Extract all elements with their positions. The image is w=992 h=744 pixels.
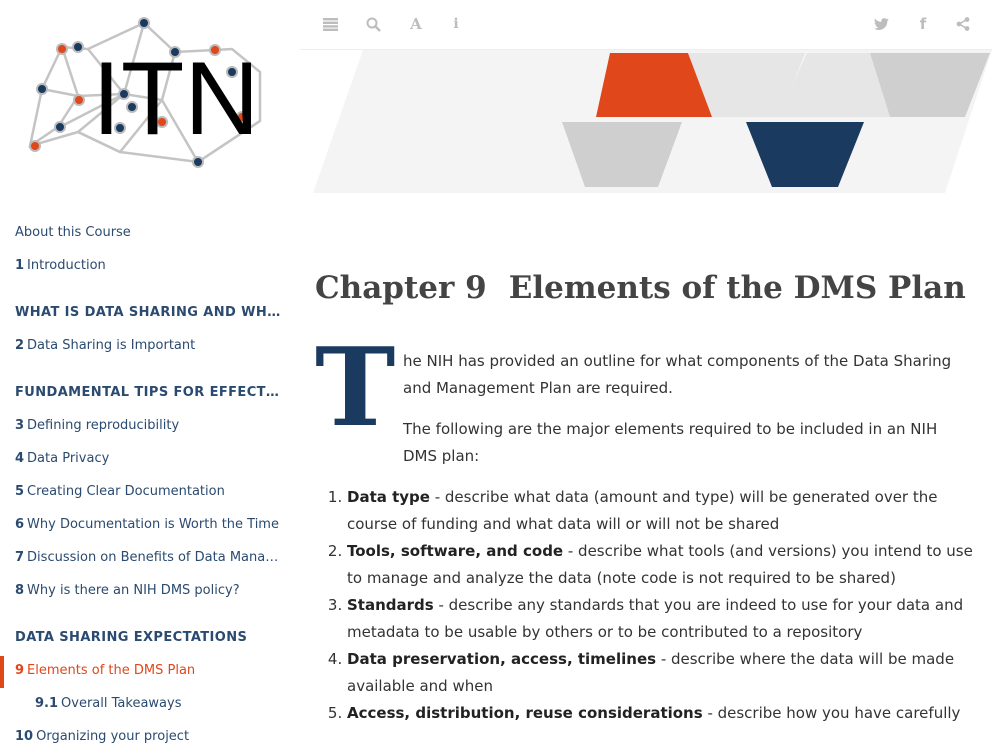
toolbar: A i f	[300, 0, 992, 50]
toc-item-label: Organizing your project	[36, 729, 190, 744]
toc-item-label: WHAT IS DATA SHARING AND WHY IS IT IMPOR…	[15, 305, 299, 320]
toc-item-number: 4	[15, 451, 25, 466]
toc-item-active[interactable]: 9 Elements of the DMS Plan	[0, 656, 299, 689]
list-item: Data type - describe what data (amount a…	[347, 484, 975, 538]
toc-item-label: DATA SHARING EXPECTATIONS	[15, 630, 248, 645]
toc-item[interactable]: 8 Why is there an NIH DMS policy?	[0, 576, 299, 609]
toc-toggle-icon[interactable]	[320, 14, 340, 34]
logo-text: ITN	[92, 41, 260, 157]
list-item: Standards - describe any standards that …	[347, 592, 975, 646]
elements-intro-paragraph: The following are the major elements req…	[315, 416, 975, 470]
toc-item[interactable]: 2 Data Sharing is Important	[0, 331, 299, 364]
toc-part-header: FUNDAMENTAL TIPS FOR EFFECTIVE DATA SHAR…	[0, 378, 299, 411]
list-item-term: Standards	[347, 596, 434, 614]
font-settings-icon[interactable]: A	[406, 14, 426, 34]
share-icon[interactable]	[953, 14, 973, 34]
toc-item-label: Why Documentation is Worth the Time	[27, 517, 279, 532]
toc-item-label: Elements of the DMS Plan	[27, 663, 196, 678]
chapter-heading: Chapter 9 Elements of the DMS Plan	[315, 270, 975, 306]
list-item-description: - describe what data (amount and type) w…	[347, 488, 938, 533]
toc-item[interactable]: 7 Discussion on Benefits of Data Manageme…	[0, 543, 299, 576]
list-item-term: Tools, software, and code	[347, 542, 564, 560]
toc-item-label: Discussion on Benefits of Data Managemen…	[27, 550, 299, 565]
toc-item[interactable]: 6 Why Documentation is Worth the Time	[0, 510, 299, 543]
toc-subitem[interactable]: 9.1 Overall Takeaways	[0, 689, 299, 722]
toc-item-number: 9.1	[35, 696, 59, 711]
toc-item-label: Overall Takeaways	[61, 696, 182, 711]
info-icon[interactable]: i	[446, 14, 466, 34]
toc-item[interactable]: 3 Defining reproducibility	[0, 411, 299, 444]
toc-item-label: Why is there an NIH DMS policy?	[27, 583, 240, 598]
toc-item-number: 5	[15, 484, 25, 499]
toc-item[interactable]: 10 Organizing your project	[0, 722, 299, 744]
toc-item-number: 2	[15, 338, 25, 353]
twitter-icon[interactable]	[871, 14, 891, 34]
toc-item-label: Data Sharing is Important	[27, 338, 196, 353]
itn-logo[interactable]: ITN	[20, 12, 280, 177]
chapter-title: Elements of the DMS Plan	[508, 270, 966, 306]
dms-elements-list: Data type - describe what data (amount a…	[315, 484, 975, 727]
sidebar: ITN About this Course 1 Introduction WHAT I…	[0, 0, 299, 744]
toc-item-label: Data Privacy	[27, 451, 110, 466]
toc-item-number: 10	[15, 729, 34, 744]
toc-item-label: FUNDAMENTAL TIPS FOR EFFECTIVE DATA SHAR…	[15, 385, 299, 400]
list-item: Data preservation, access, timelines - d…	[347, 646, 975, 700]
toc-item-number: 7	[15, 550, 25, 565]
toc-item[interactable]: 1 Introduction	[0, 251, 299, 284]
intro-paragraph: he NIH has provided an outline for what …	[403, 352, 952, 397]
list-item-term: Data preservation, access, timelines	[347, 650, 657, 668]
chapter-number: Chapter 9	[315, 270, 487, 306]
toc-item-number: 8	[15, 583, 25, 598]
search-icon[interactable]	[363, 14, 383, 34]
toc-item-number: 3	[15, 418, 25, 433]
list-item: Access, distribution, reuse consideratio…	[347, 700, 975, 727]
list-item-term: Access, distribution, reuse consideratio…	[347, 704, 703, 722]
drop-cap: T	[315, 325, 396, 451]
list-item-term: Data type	[347, 488, 430, 506]
list-item-description: - describe how you have carefully	[702, 704, 961, 722]
chapter-banner	[300, 50, 992, 200]
list-item: Tools, software, and code - describe wha…	[347, 538, 975, 592]
toc-item-number: 9	[15, 663, 25, 678]
toc-item[interactable]: 4 Data Privacy	[0, 444, 299, 477]
elements-intro-text: The following are the major elements req…	[403, 420, 938, 465]
list-item-description: - describe any standards that you are in…	[347, 596, 964, 641]
toc-item-number: 1	[15, 258, 25, 273]
facebook-icon[interactable]: f	[913, 14, 933, 34]
toc-item-number: 6	[15, 517, 25, 532]
toc-part-header: WHAT IS DATA SHARING AND WHY IS IT IMPOR…	[0, 298, 299, 331]
toc-part-header: DATA SHARING EXPECTATIONS	[0, 623, 299, 656]
toc-item[interactable]: About this Course	[0, 218, 299, 251]
toc-item-label: About this Course	[15, 225, 131, 240]
main-content: Chapter 9 Elements of the DMS Plan T he N…	[315, 270, 975, 727]
toc-item-label: Defining reproducibility	[27, 418, 180, 433]
toc-item[interactable]: 5 Creating Clear Documentation	[0, 477, 299, 510]
table-of-contents: About this Course 1 Introduction WHAT IS DA…	[0, 218, 299, 744]
toc-item-label: Creating Clear Documentation	[27, 484, 225, 499]
intro-section: T he NIH has provided an outline for wha…	[315, 334, 975, 470]
toc-item-label: Introduction	[27, 258, 106, 273]
